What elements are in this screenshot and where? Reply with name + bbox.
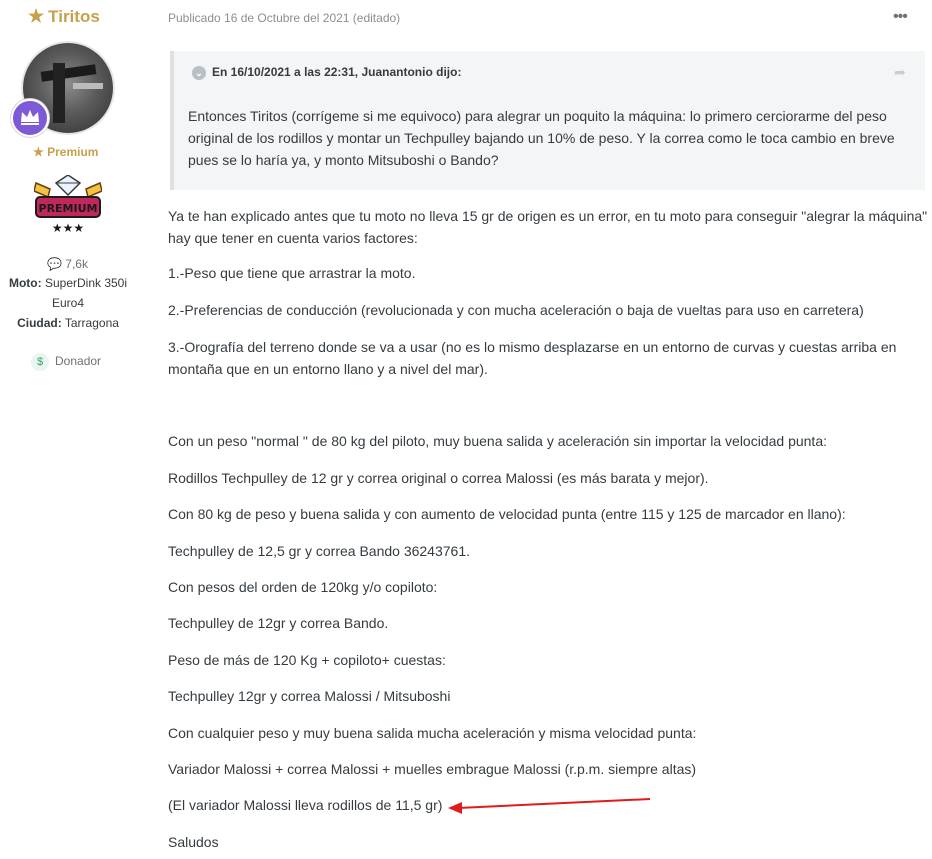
post-paragraph: 3.-Orografía del terreno donde se va a u…	[168, 339, 897, 377]
post-paragraph: Peso de más de 120 Kg + copiloto+ cuesta…	[168, 652, 446, 668]
post-paragraph: Variador Malossi + correa Malossi + muel…	[168, 761, 697, 777]
member-group-label: ★ Premium	[33, 145, 99, 159]
red-arrow-annotation	[448, 798, 651, 814]
post-paragraph: 2.-Preferencias de conducción (revolucio…	[168, 302, 864, 318]
crown-rank-icon	[11, 99, 49, 137]
author-sidebar: ★ Tiritos ★ Premium PREMIUM ★★★ 💬 7,6k Mo…	[0, 0, 160, 859]
quote-header[interactable]: ⌄ En 16/10/2021 a las 22:31, Juanantonio …	[192, 65, 461, 80]
post-paragraph: Ya te han explicado antes que tu moto no…	[168, 208, 928, 246]
premium-badge-text: PREMIUM	[39, 202, 98, 215]
dollar-icon: $	[31, 353, 49, 371]
quote-body: Entonces Tiritos (corrígeme si me equivo…	[188, 108, 895, 168]
post-meta: Publicado 16 de Octubre del 2021 (editad…	[168, 11, 401, 25]
donor-badge: $ Donador	[31, 353, 101, 371]
post-paragraph: Saludos	[168, 834, 219, 850]
post-paragraph: Con cualquier peso y muy buena salida mu…	[168, 725, 697, 741]
chevron-down-icon[interactable]: ⌄	[192, 65, 206, 80]
author-name[interactable]: Tiritos	[48, 7, 100, 26]
comment-icon: 💬	[47, 257, 66, 271]
post-paragraph: Con un peso "normal " de 80 kg del pilot…	[168, 433, 827, 449]
svg-text:★★★: ★★★	[52, 221, 84, 235]
premium-badge-icon: PREMIUM ★★★	[33, 174, 103, 235]
post-paragraph: 1.-Peso que tiene que arrastrar la moto.	[168, 265, 416, 281]
post-paragraph: Techpulley 12gr y correa Malossi / Mitsu…	[168, 688, 451, 704]
post-paragraph: Techpulley de 12,5 gr y correa Bando 362…	[168, 543, 470, 559]
author-name-link[interactable]: ★ Tiritos	[28, 6, 100, 27]
post-count: 💬 7,6k	[47, 257, 88, 271]
post-paragraph: Con pesos del orden de 120kg y/o copilot…	[168, 579, 438, 595]
moto-field: Moto: SuperDink 350i	[8, 276, 128, 290]
post-paragraph: Rodillos Techpulley de 12 gr y correa or…	[168, 470, 709, 486]
quote-block: ⌄ En 16/10/2021 a las 22:31, Juanantonio …	[170, 51, 925, 190]
moto-field-line2: Euro4	[51, 296, 85, 310]
city-field: Ciudad: Tarragona	[17, 316, 119, 330]
quote-share-icon[interactable]: ➦	[894, 64, 906, 81]
more-options-icon[interactable]: •••	[893, 8, 908, 26]
post-paragraph: Techpulley de 12gr y correa Bando.	[168, 615, 389, 631]
post-paragraph: Con 80 kg de peso y buena salida y con a…	[168, 506, 846, 522]
star-icon: ★	[28, 6, 45, 26]
star-icon: ★	[33, 145, 48, 159]
